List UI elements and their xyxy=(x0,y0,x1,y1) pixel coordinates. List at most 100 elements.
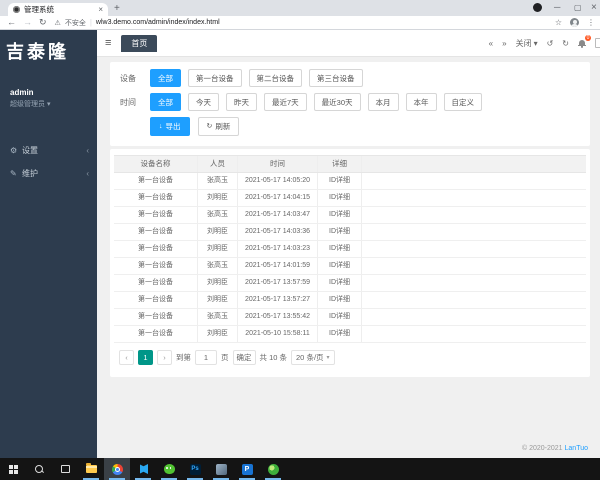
taskbar-photoshop[interactable]: Ps xyxy=(182,458,208,480)
taskbar-gray-app[interactable] xyxy=(208,458,234,480)
cell-time: 2021-05-17 13:57:59 xyxy=(238,275,318,291)
cell-detail-link[interactable]: ID详细 xyxy=(318,207,362,223)
col-person: 人员 xyxy=(198,156,238,172)
pager-confirm-button[interactable]: 确定 xyxy=(232,350,256,365)
refresh-icon[interactable]: ↻ xyxy=(562,39,569,48)
time-filter-row: 时间 全部 今天 昨天 最近7天 最近30天 本月 本年 自定义 xyxy=(120,93,580,111)
address-bar[interactable]: ⚠ 不安全 | wlw3.demo.com/admin/index/index.… xyxy=(55,18,555,28)
chrome-icon xyxy=(111,463,123,475)
time-filter-button[interactable]: 昨天 xyxy=(226,93,257,111)
cell-person: 刘明臣 xyxy=(198,224,238,240)
app-logo: 吉泰隆 xyxy=(6,42,69,62)
chevron-left-icon: ‹ xyxy=(86,169,89,178)
window-maximize-button[interactable]: ▢ xyxy=(574,1,582,14)
time-filter-button[interactable]: 本月 xyxy=(367,93,399,111)
cell-person: 刘明臣 xyxy=(198,292,238,308)
device-filter-button[interactable]: 第一台设备 xyxy=(188,69,242,87)
user-role-dropdown[interactable]: 超级管理员 ▾ xyxy=(10,99,97,109)
taskbar-file-explorer[interactable] xyxy=(78,458,104,480)
taskbar-wechat[interactable] xyxy=(156,458,182,480)
cell-detail-link[interactable]: ID详细 xyxy=(318,173,362,189)
cell-time: 2021-05-17 14:05:20 xyxy=(238,173,318,189)
taskbar-p-app[interactable]: P xyxy=(234,458,260,480)
omnibox-separator: | xyxy=(89,18,92,27)
table-card: 设备名称 人员 时间 详细 第一台设备 张高玉 2021-05-17 14:05… xyxy=(110,149,590,377)
collapse-left-icon[interactable]: « xyxy=(489,39,493,48)
table-row: 第一台设备 张高玉 2021-05-17 14:05:20 ID详细 xyxy=(114,173,586,190)
pager-goto-input[interactable] xyxy=(195,350,217,365)
taskbar-vscode[interactable] xyxy=(130,458,156,480)
per-page-select[interactable]: 20 条/页 ▾ xyxy=(291,350,335,365)
pager-page-1[interactable]: 1 xyxy=(138,350,153,365)
browser-tab[interactable]: 管理系统 × xyxy=(8,3,108,16)
bookmark-star-icon[interactable]: ☆ xyxy=(555,18,562,27)
table-row: 第一台设备 张高玉 2021-05-17 14:03:47 ID详细 xyxy=(114,207,586,224)
cell-device: 第一台设备 xyxy=(114,258,198,274)
extension-icon[interactable] xyxy=(533,3,542,12)
tab-close-icon[interactable]: × xyxy=(98,5,103,14)
table-row: 第一台设备 刘明臣 2021-05-10 15:58:11 ID详细 xyxy=(114,326,586,343)
time-filter-button[interactable]: 本年 xyxy=(405,93,437,111)
sidebar-item[interactable]: ✎ 维护 ‹ xyxy=(0,162,97,185)
sidebar-item-label: 维护 xyxy=(22,169,38,178)
device-filter-button[interactable]: 第三台设备 xyxy=(309,69,363,87)
notification-bell-icon[interactable]: 0 xyxy=(578,34,591,48)
export-button[interactable]: ↓ 导出 xyxy=(150,117,190,136)
footer-link[interactable]: LanTuo xyxy=(565,445,588,452)
taskbar-search-button[interactable] xyxy=(26,458,52,480)
main-area: ≡ 首页 « » 关闭 ▾ ↺ ↻ 0 设备 全部 第一台设备 第二台设备 第三… xyxy=(97,30,600,458)
pager-total: 共 10 条 xyxy=(259,353,288,362)
cell-device: 第一台设备 xyxy=(114,292,198,308)
pager-prev-button[interactable]: ‹ xyxy=(119,350,134,365)
tab-home[interactable]: 首页 xyxy=(121,34,158,52)
pager-page-unit: 页 xyxy=(221,353,229,362)
cell-detail-link[interactable]: ID详细 xyxy=(318,224,362,240)
time-filter-button[interactable]: 今天 xyxy=(188,93,219,111)
cell-detail-link[interactable]: ID详细 xyxy=(318,309,362,325)
cell-detail-link[interactable]: ID详细 xyxy=(318,326,362,342)
cell-device: 第一台设备 xyxy=(114,224,198,240)
time-filter-label: 时间 xyxy=(120,97,136,107)
cell-detail-link[interactable]: ID详细 xyxy=(318,190,362,206)
device-filter-button[interactable]: 第二台设备 xyxy=(248,69,302,87)
device-filter-button[interactable]: 全部 xyxy=(150,69,181,87)
cell-device: 第一台设备 xyxy=(114,309,198,325)
cell-time: 2021-05-17 13:55:42 xyxy=(238,309,318,325)
cell-detail-link[interactable]: ID详细 xyxy=(318,258,362,274)
close-tabs-dropdown[interactable]: 关闭 ▾ xyxy=(516,38,538,49)
task-view-button[interactable] xyxy=(52,458,78,480)
filter-card: 设备 全部 第一台设备 第二台设备 第三台设备 时间 全部 今天 昨天 最近7天… xyxy=(110,62,590,146)
cell-time: 2021-05-17 14:03:47 xyxy=(238,207,318,223)
forward-icon[interactable]: → xyxy=(23,18,32,27)
cell-time: 2021-05-17 14:03:23 xyxy=(238,241,318,257)
back-icon[interactable]: ← xyxy=(7,18,16,27)
new-tab-button[interactable]: + xyxy=(114,4,120,14)
sidebar-item[interactable]: ⚙ 设置 ‹ xyxy=(0,139,97,162)
undo-icon[interactable]: ↺ xyxy=(547,39,554,48)
sidebar: 吉泰隆 admin 超级管理员 ▾ ⚙ 设置 ‹ ✎ 维护 ‹ xyxy=(0,30,97,458)
clear-cache-icon[interactable] xyxy=(595,38,600,48)
collapse-right-icon[interactable]: » xyxy=(502,39,506,48)
cell-detail-link[interactable]: ID详细 xyxy=(318,241,362,257)
hamburger-icon[interactable]: ≡ xyxy=(105,37,111,49)
reload-icon[interactable]: ↻ xyxy=(39,18,47,27)
cell-detail-link[interactable]: ID详细 xyxy=(318,292,362,308)
cell-time: 2021-05-17 13:57:27 xyxy=(238,292,318,308)
cell-person: 张高玉 xyxy=(198,207,238,223)
window-minimize-button[interactable]: ─ xyxy=(554,1,560,14)
taskbar-chrome[interactable] xyxy=(104,458,130,480)
table-row: 第一台设备 刘明臣 2021-05-17 13:57:27 ID详细 xyxy=(114,292,586,309)
refresh-button[interactable]: ↻ 刷新 xyxy=(197,117,240,136)
browser-profile-avatar[interactable] xyxy=(570,18,579,27)
taskbar-green-app[interactable] xyxy=(260,458,286,480)
browser-menu-icon[interactable]: ⋮ xyxy=(587,18,595,27)
start-button[interactable] xyxy=(0,458,26,480)
window-close-button[interactable]: × xyxy=(591,1,597,14)
pager-next-button[interactable]: › xyxy=(157,350,172,365)
time-filter-button[interactable]: 自定义 xyxy=(443,93,483,111)
time-filter-button[interactable]: 最近30天 xyxy=(313,93,361,111)
cell-detail-link[interactable]: ID详细 xyxy=(318,275,362,291)
caret-down-icon: ▾ xyxy=(533,38,538,48)
time-filter-button[interactable]: 全部 xyxy=(150,93,181,111)
time-filter-button[interactable]: 最近7天 xyxy=(264,93,307,111)
